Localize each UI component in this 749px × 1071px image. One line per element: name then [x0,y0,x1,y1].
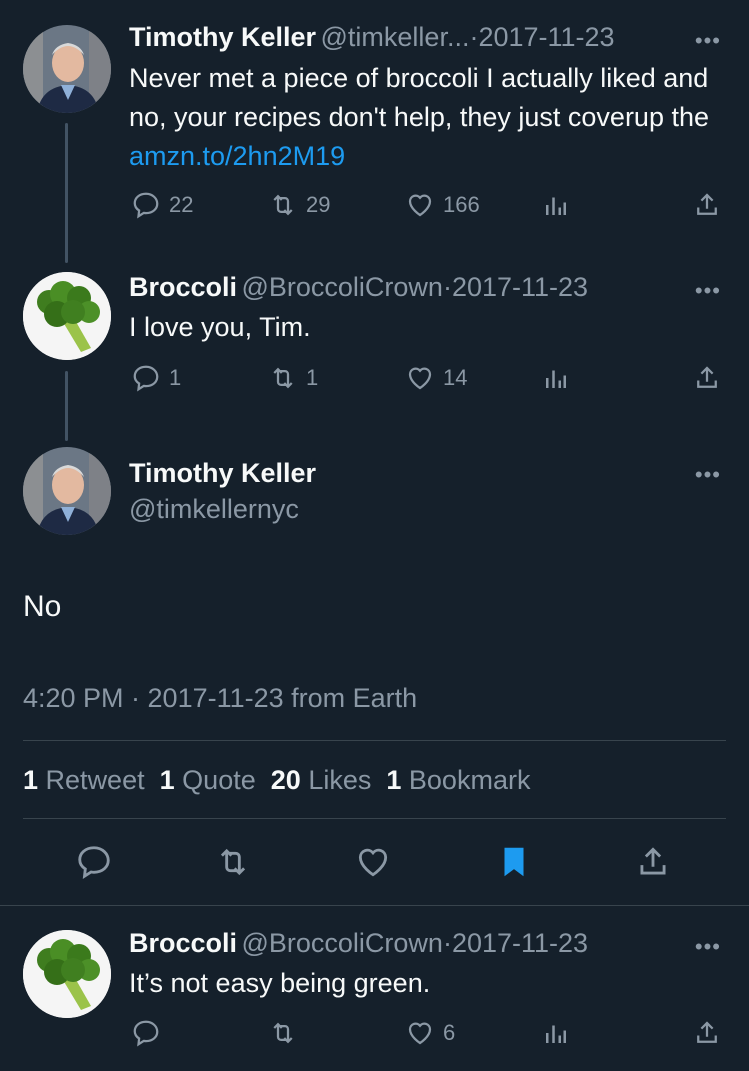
thread-line [65,371,68,441]
divider [23,818,726,819]
share-icon [697,1021,717,1043]
heart-icon [408,194,432,217]
tweet-stats: 1 Retweet 1 Quote 20 Likes 1 Bookmark [23,765,530,796]
stat-quotes[interactable]: 1 Quote [160,765,256,795]
share-button[interactable] [692,190,722,220]
bookmark-icon [504,847,524,877]
author-name[interactable]: Broccoli [129,272,237,302]
like-count: 14 [443,365,468,390]
reply-icon [133,1020,159,1047]
author-name[interactable]: Timothy Keller [129,458,316,489]
bookmark-button[interactable] [495,843,533,881]
heart-icon [408,367,432,390]
views-button[interactable] [541,190,571,220]
tweet-text: It’s not easy being green. [129,968,431,998]
reply-count: 1 [169,365,182,390]
author-handle[interactable]: @BroccoliCrown [241,272,442,302]
like-button[interactable]: 166 [405,190,480,220]
bar-chart-icon [546,370,566,388]
more-icon[interactable]: ••• [695,462,721,488]
heart-icon [358,848,388,877]
tweet-text: Never met a piece of broccoli I actually… [129,63,709,171]
tweet-text: No [23,590,62,623]
divider [23,740,726,741]
reply-button[interactable] [131,1018,161,1048]
avatar[interactable] [23,25,111,113]
share-button[interactable] [692,363,722,393]
retweet-button[interactable]: 1 [268,363,318,393]
retweet-icon [220,848,246,876]
reply-icon [133,192,159,219]
like-button[interactable]: 6 [405,1018,455,1048]
stat-retweets[interactable]: 1 Retweet [23,765,145,795]
reply-button[interactable]: 22 [131,190,193,220]
author-name[interactable]: Timothy Keller [129,22,316,52]
more-icon[interactable]: ••• [695,278,721,304]
author-name[interactable]: Broccoli [129,928,237,958]
retweet-count: 1 [306,365,319,390]
divider [0,905,749,906]
author-handle[interactable]: @timkellernyc [129,494,299,525]
like-count: 6 [443,1020,456,1045]
avatar[interactable] [23,272,111,360]
share-icon [697,366,717,388]
share-icon [640,847,666,875]
reply-count: 22 [169,192,194,217]
avatar[interactable] [23,930,111,1018]
tweet-header: Broccoli @BroccoliCrown·2017-11-23 [129,272,669,303]
separator: · [442,928,452,958]
like-button[interactable] [354,843,392,881]
reply-icon [78,846,110,880]
tweet-date[interactable]: 2017-11-23 [478,22,614,52]
reply-button[interactable] [75,843,113,881]
retweet-button[interactable] [268,1018,298,1048]
heart-icon [408,1022,432,1045]
reply-button[interactable]: 1 [131,363,181,393]
more-icon[interactable]: ••• [695,934,721,960]
separator: · [442,272,452,302]
retweet-count: 29 [306,192,331,217]
views-button[interactable] [541,363,571,393]
retweet-button[interactable]: 29 [268,190,330,220]
share-button[interactable] [634,843,672,881]
author-handle[interactable]: @timkeller... [321,22,470,52]
avatar[interactable] [23,447,111,535]
tweet-text: I love you, Tim. [129,312,311,342]
stat-likes[interactable]: 20 Likes [271,765,372,795]
stat-bookmarks[interactable]: 1 Bookmark [386,765,530,795]
more-icon[interactable]: ••• [695,28,721,54]
tweet-date[interactable]: 2017-11-23 [452,272,588,302]
tweet-meta: 4:20 PM · 2017-11-23 from Earth [23,683,418,713]
retweet-icon [273,194,293,216]
reply-icon [133,365,159,392]
tweet-header: Broccoli @BroccoliCrown·2017-11-23 [129,928,669,959]
like-button[interactable]: 14 [405,363,467,393]
retweet-button[interactable] [214,843,252,881]
tweet-header: Timothy Keller @timkeller...·2017-11-23 [129,22,669,53]
like-count: 166 [443,192,480,217]
bar-chart-icon [546,197,566,215]
bar-chart-icon [546,1025,566,1043]
views-button[interactable] [541,1018,571,1048]
author-handle[interactable]: @BroccoliCrown [241,928,442,958]
retweet-icon [273,367,293,389]
share-button[interactable] [692,1018,722,1048]
thread-line [65,123,68,263]
share-icon [697,193,717,215]
tweet-link[interactable]: amzn.to/2hn2M19 [129,141,345,171]
retweet-icon [273,1022,293,1044]
tweet-date[interactable]: 2017-11-23 [452,928,588,958]
